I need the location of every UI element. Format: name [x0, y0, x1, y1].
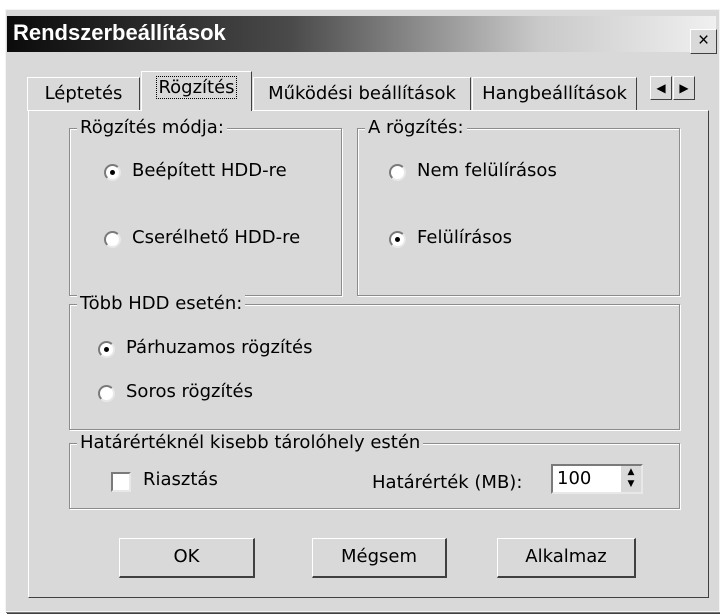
tab-leptetes[interactable]: Léptetés — [27, 77, 140, 111]
threshold-value-label: Határérték (MB): — [372, 472, 523, 493]
radio-removable-hdd[interactable] — [104, 231, 121, 248]
apply-button[interactable]: Alkalmaz — [497, 538, 636, 578]
radio-overwrite[interactable] — [389, 231, 406, 248]
alarm-checkbox[interactable] — [111, 472, 131, 492]
recording-mode-legend: Rögzítés módja: — [77, 116, 227, 140]
spin-arrows[interactable]: ▲ ▼ — [620, 466, 641, 492]
dialog-title: Rendszerbeállítások — [13, 20, 226, 45]
right-arrow-icon: ▶ — [679, 81, 689, 95]
radio-no-overwrite-label[interactable]: Nem felülírásos — [417, 159, 557, 183]
radio-parallel-recording[interactable] — [98, 341, 115, 358]
radio-no-overwrite[interactable] — [389, 164, 406, 181]
alarm-checkbox-label[interactable]: Riasztás — [143, 468, 218, 492]
multi-hdd-legend: Több HDD esetén: — [77, 292, 246, 316]
cancel-button[interactable]: Mégsem — [312, 538, 447, 578]
spin-up-icon[interactable]: ▲ — [621, 466, 641, 478]
multi-hdd-group: Több HDD esetén: — [69, 292, 680, 430]
radio-serial-recording-label[interactable]: Soros rögzítés — [126, 380, 253, 404]
radio-builtin-hdd[interactable] — [104, 164, 121, 181]
recording-overwrite-group: A rögzítés: — [357, 116, 680, 296]
tab-label: Rögzítés — [156, 76, 237, 99]
recording-overwrite-legend: A rögzítés: — [365, 116, 467, 140]
tab-hangbeallitasok[interactable]: Hangbeállítások — [472, 77, 637, 111]
tab-scroll-right-button[interactable]: ▶ — [673, 76, 695, 100]
recording-mode-group: Rögzítés módja: — [69, 116, 342, 296]
close-button[interactable]: × — [690, 29, 717, 54]
left-arrow-icon: ◀ — [656, 81, 666, 95]
tab-label: Léptetés — [44, 83, 123, 104]
spin-down-icon[interactable]: ▼ — [621, 478, 641, 490]
tab-label: Hangbeállítások — [482, 83, 627, 104]
radio-builtin-hdd-label[interactable]: Beépített HDD-re — [132, 159, 287, 183]
threshold-value[interactable]: 100 — [557, 467, 591, 491]
radio-removable-hdd-label[interactable]: Cserélhető HDD-re — [132, 226, 300, 250]
radio-parallel-recording-label[interactable]: Párhuzamos rögzítés — [126, 336, 313, 360]
ok-button[interactable]: OK — [119, 538, 255, 578]
close-icon: × — [697, 30, 710, 51]
radio-serial-recording[interactable] — [98, 385, 115, 402]
radio-overwrite-label[interactable]: Felülírásos — [417, 226, 512, 250]
tab-mukodesi-beallitasok[interactable]: Működési beállítások — [253, 77, 471, 111]
threshold-spinbox[interactable]: 100 ▲ ▼ — [551, 464, 643, 494]
threshold-legend: Határértéknél kisebb tárolóhely estén — [77, 431, 424, 455]
title-bar[interactable]: Rendszerbeállítások × — [7, 16, 717, 54]
settings-dialog: Rendszerbeállítások × Léptetés Rögzítés … — [5, 9, 720, 612]
tab-scroll-left-button[interactable]: ◀ — [650, 76, 672, 100]
tab-rogzites[interactable]: Rögzítés — [141, 71, 252, 111]
tab-label: Működési beállítások — [268, 83, 456, 104]
